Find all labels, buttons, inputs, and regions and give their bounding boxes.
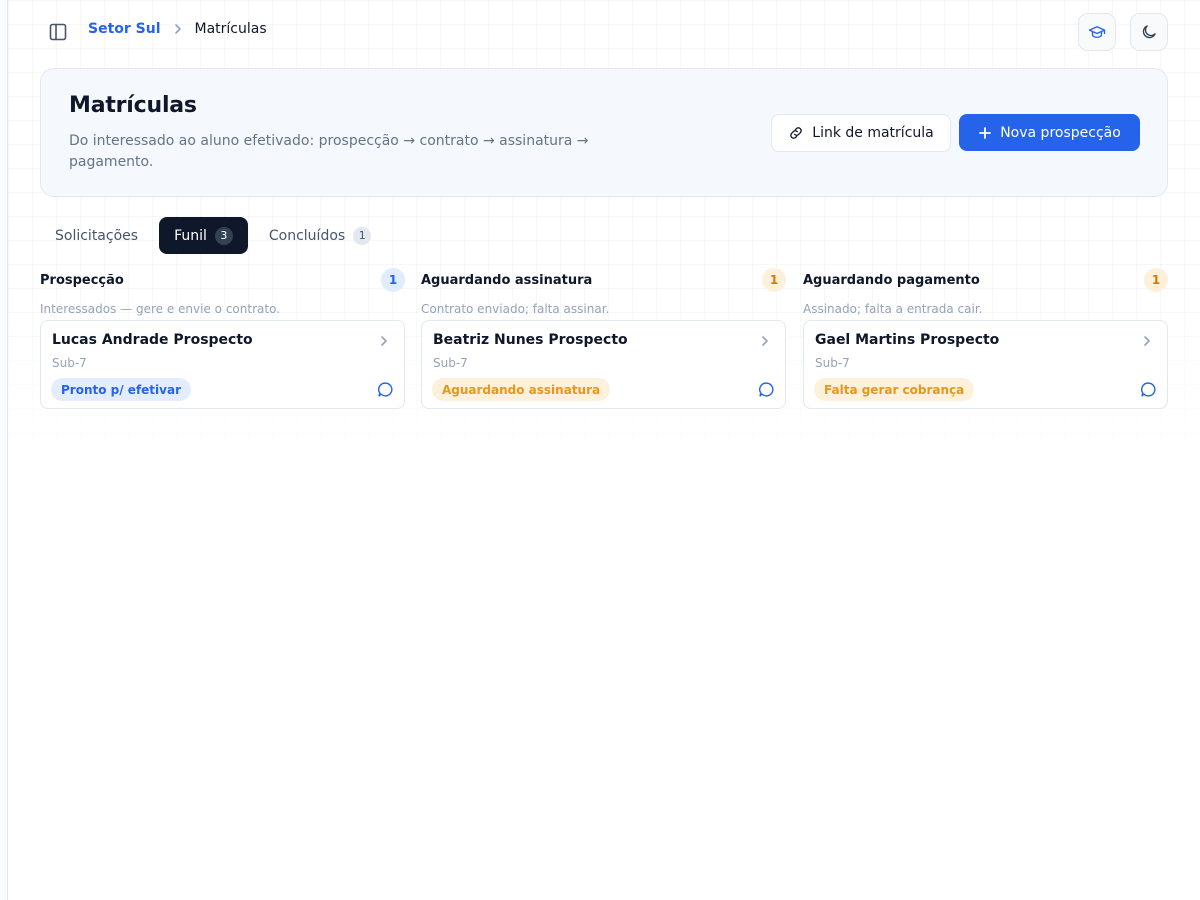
column-count-badge: 1 <box>762 268 786 292</box>
chevron-right-icon <box>1144 336 1150 346</box>
prospect-name: Lucas Andrade Prospecto <box>52 332 253 348</box>
column-count-badge: 1 <box>381 268 405 292</box>
top-bar: Setor Sul Matrículas <box>8 0 1200 64</box>
enrollment-link-label: Link de matrícula <box>812 125 934 141</box>
board-column-aguardando-assinatura: Aguardando assinatura 1 Contrato enviado… <box>421 268 786 409</box>
chat-bubble-icon[interactable] <box>758 381 775 398</box>
tab-solicitacoes[interactable]: Solicitações <box>40 217 153 254</box>
status-badge: Falta gerar cobrança <box>814 378 975 401</box>
column-title: Aguardando pagamento <box>803 272 980 288</box>
chevron-right-icon <box>381 336 387 346</box>
graduation-cap-icon <box>1088 26 1106 38</box>
tab-funil[interactable]: Funil 3 <box>159 217 248 254</box>
academic-mode-button[interactable] <box>1078 13 1116 51</box>
chevron-right-icon <box>171 22 185 36</box>
chat-bubble-icon[interactable] <box>377 381 394 398</box>
prospect-subgroup: Sub-7 <box>433 356 468 370</box>
prospect-name: Gael Martins Prospecto <box>815 332 1000 348</box>
page-title: Matrículas <box>69 93 197 118</box>
breadcrumb-parent-link[interactable]: Setor Sul <box>88 21 161 37</box>
status-badge: Pronto p/ efetivar <box>51 378 191 401</box>
column-header: Prospecção 1 <box>40 268 405 292</box>
tab-label: Funil <box>174 227 207 244</box>
new-prospect-button[interactable]: Nova prospecção <box>959 114 1140 151</box>
prospect-subgroup: Sub-7 <box>815 356 850 370</box>
column-header: Aguardando assinatura 1 <box>421 268 786 292</box>
tab-concluidos[interactable]: Concluídos 1 <box>254 217 386 254</box>
column-description: Assinado; falta a entrada cair. <box>803 302 983 316</box>
chevron-right-icon <box>762 336 768 346</box>
tab-bar: Solicitações Funil 3 Concluídos 1 <box>40 217 386 254</box>
board-column-aguardando-pagamento: Aguardando pagamento 1 Assinado; falta a… <box>803 268 1168 409</box>
theme-toggle-button[interactable] <box>1130 13 1168 51</box>
board-column-prospeccao: Prospecção 1 Interessados — gere e envie… <box>40 268 405 409</box>
tab-label: Concluídos <box>268 227 346 244</box>
column-count-badge: 1 <box>1144 268 1168 292</box>
page-header-card: Matrículas Do interessado ao aluno efeti… <box>40 68 1168 197</box>
prospect-subgroup: Sub-7 <box>52 356 87 370</box>
column-title: Aguardando assinatura <box>421 272 593 288</box>
new-prospect-label: Nova prospecção <box>1000 124 1121 141</box>
tab-label: Solicitações <box>55 227 139 244</box>
breadcrumb: Setor Sul Matrículas <box>88 21 267 37</box>
link-icon <box>790 127 803 139</box>
breadcrumb-current: Matrículas <box>194 21 267 37</box>
prospect-card[interactable]: Gael Martins Prospecto Sub-7 Falta gerar… <box>803 320 1168 409</box>
enrollment-link-button[interactable]: Link de matrícula <box>771 114 951 152</box>
status-badge: Aguardando assinatura <box>432 378 611 401</box>
plus-icon <box>979 126 992 139</box>
prospect-name: Beatriz Nunes Prospecto <box>433 332 628 348</box>
app: Setor Sul Matrículas Matrículas Do inter… <box>8 0 1200 900</box>
tab-count-badge: 1 <box>353 226 372 245</box>
sidebar-toggle-icon <box>49 23 67 41</box>
column-description: Contrato enviado; falta assinar. <box>421 302 610 316</box>
chat-bubble-icon[interactable] <box>1140 381 1157 398</box>
prospect-card[interactable]: Beatriz Nunes Prospecto Sub-7 Aguardando… <box>421 320 786 409</box>
column-header: Aguardando pagamento 1 <box>803 268 1168 292</box>
moon-icon <box>1142 25 1156 39</box>
column-title: Prospecção <box>40 272 124 288</box>
sidebar-toggle-button[interactable] <box>46 20 70 44</box>
page-subtitle: Do interessado ao aluno efetivado: prosp… <box>69 133 589 170</box>
prospect-card[interactable]: Lucas Andrade Prospecto Sub-7 Pronto p/ … <box>40 320 405 409</box>
left-rail <box>0 0 8 900</box>
column-description: Interessados — gere e envie o contrato. <box>40 302 281 316</box>
tab-count-badge: 3 <box>214 226 233 245</box>
